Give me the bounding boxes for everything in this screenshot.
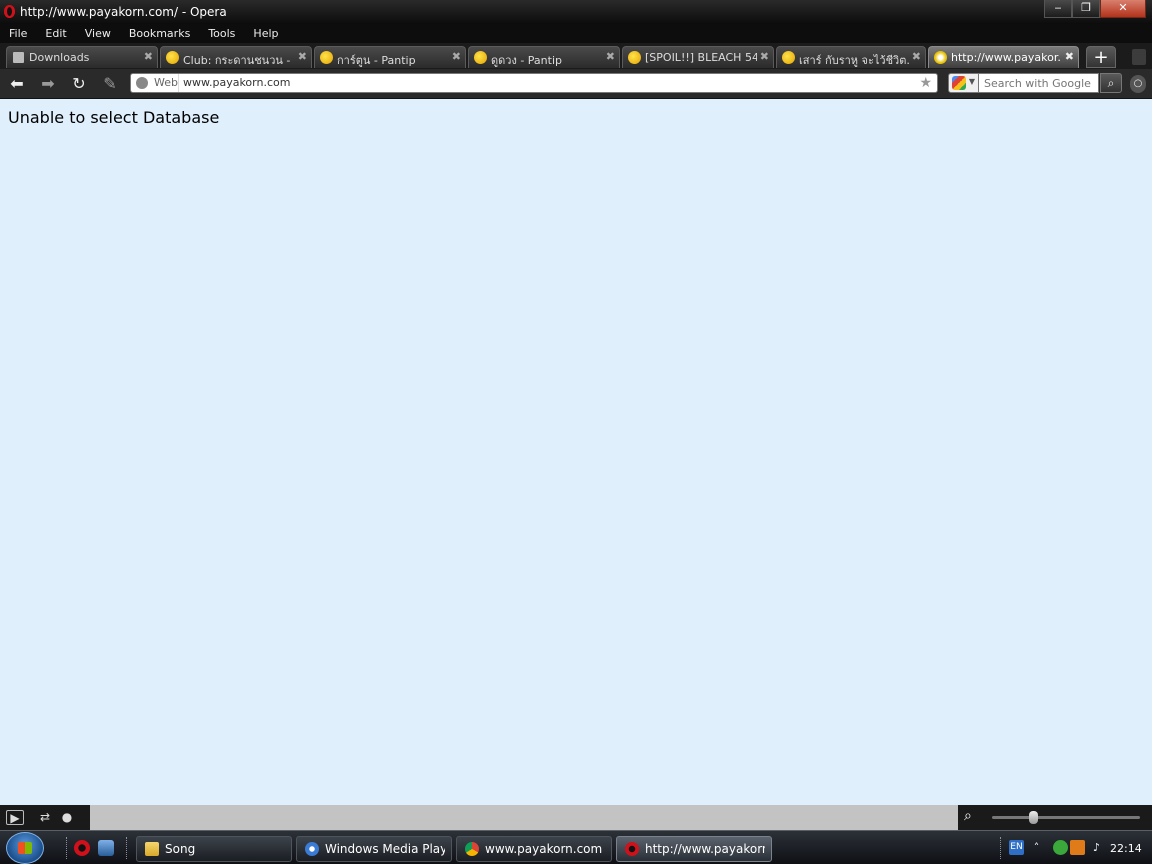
taskbar-grip bbox=[1000, 837, 1003, 859]
page-content: Unable to select Database bbox=[0, 99, 1152, 805]
start-button[interactable] bbox=[6, 832, 44, 864]
tab-horoscope[interactable]: ดูดวง - Pantip ✖ bbox=[468, 46, 620, 68]
tab-label: Club: กระดานชนวน - ... bbox=[183, 54, 295, 67]
pantip-icon bbox=[628, 51, 641, 64]
google-icon bbox=[952, 76, 966, 90]
pantip-icon bbox=[320, 51, 333, 64]
tab-close-icon[interactable]: ✖ bbox=[606, 50, 615, 63]
restore-button[interactable]: ❐ bbox=[1072, 0, 1100, 18]
media-player-icon bbox=[305, 842, 319, 856]
chrome-icon bbox=[465, 842, 479, 856]
tab-bar: Downloads ✖ Club: กระดานชนวน - ... ✖ การ… bbox=[0, 43, 1152, 69]
search-engine-selector[interactable]: ▼ bbox=[948, 73, 979, 93]
trash-icon[interactable] bbox=[1132, 49, 1146, 65]
tab-close-icon[interactable]: ✖ bbox=[298, 50, 307, 63]
tab-close-icon[interactable]: ✖ bbox=[452, 50, 461, 63]
speed-dial-icon[interactable]: ● bbox=[58, 810, 76, 825]
tab-close-icon[interactable]: ✖ bbox=[760, 50, 769, 63]
tab-saturn[interactable]: เสาร์ กับราหู จะไว้ชีวิต... ✖ bbox=[776, 46, 926, 68]
back-icon[interactable]: ⬅ bbox=[7, 74, 27, 94]
new-tab-button[interactable]: + bbox=[1086, 46, 1116, 68]
opera-quicklaunch-icon[interactable] bbox=[74, 840, 90, 856]
tab-close-icon[interactable]: ✖ bbox=[144, 50, 153, 63]
address-separator bbox=[178, 74, 179, 92]
zoom-slider[interactable] bbox=[992, 816, 1140, 819]
folder-icon bbox=[145, 842, 159, 856]
pantip-icon bbox=[166, 51, 179, 64]
forward-icon[interactable]: ➡ bbox=[38, 74, 58, 94]
edit-pencil-icon[interactable]: ✎ bbox=[100, 74, 120, 94]
opera-menu-icon[interactable]: ○ bbox=[1130, 75, 1146, 93]
loading-icon bbox=[934, 51, 947, 64]
taskbar-grip bbox=[126, 837, 129, 859]
minimize-button[interactable]: ‒ bbox=[1044, 0, 1072, 18]
show-desktop-icon[interactable] bbox=[98, 840, 114, 856]
transfers-icon[interactable]: ⇄ bbox=[36, 810, 54, 825]
task-opera[interactable]: http://www.payakorn... bbox=[616, 836, 772, 862]
tab-label: ดูดวง - Pantip bbox=[491, 54, 563, 67]
chevron-down-icon: ▼ bbox=[968, 77, 975, 86]
address-bar[interactable]: Web www.payakorn.com ★ bbox=[130, 73, 938, 93]
window-controls: ‒ ❐ ✕ bbox=[1044, 0, 1146, 18]
taskbar-grip bbox=[66, 837, 69, 859]
tab-label: Downloads bbox=[29, 51, 90, 64]
tab-payakorn[interactable]: http://www.payakor... ✖ bbox=[928, 46, 1079, 68]
search-icon: ⌕ bbox=[1107, 76, 1115, 90]
tab-label: เสาร์ กับราหู จะไว้ชีวิต... bbox=[799, 54, 909, 67]
menu-bookmarks[interactable]: Bookmarks bbox=[120, 24, 199, 43]
zoom-panel: ⌕ bbox=[958, 805, 1152, 830]
tray-expand-icon[interactable]: ˄ bbox=[1029, 840, 1044, 855]
tab-downloads[interactable]: Downloads ✖ bbox=[6, 46, 158, 68]
search-input[interactable] bbox=[979, 73, 1099, 93]
opera-logo-icon bbox=[4, 5, 15, 18]
menu-file[interactable]: File bbox=[0, 24, 36, 43]
panel-toggle-icon[interactable]: ▶ bbox=[6, 810, 24, 825]
tab-club[interactable]: Club: กระดานชนวน - ... ✖ bbox=[160, 46, 312, 68]
pantip-icon bbox=[782, 51, 795, 64]
tab-label: [SPOIL!!] BLEACH 54... bbox=[645, 51, 757, 64]
task-label: Windows Media Player bbox=[325, 842, 445, 856]
clock[interactable]: 22:14 bbox=[1110, 842, 1142, 855]
opera-icon bbox=[625, 842, 639, 856]
pantip-icon bbox=[474, 51, 487, 64]
menu-view[interactable]: View bbox=[76, 24, 120, 43]
reload-icon[interactable]: ↻ bbox=[69, 74, 89, 94]
zoom-icon[interactable]: ⌕ bbox=[964, 808, 972, 824]
volume-icon[interactable]: ♪ bbox=[1089, 840, 1104, 855]
globe-icon bbox=[136, 77, 148, 89]
status-left-panel: ▶ ⇄ ● bbox=[0, 805, 90, 830]
windows-taskbar: Song Windows Media Player www.payakorn.c… bbox=[0, 830, 1152, 864]
menu-help[interactable]: Help bbox=[244, 24, 287, 43]
task-windows-media-player[interactable]: Windows Media Player bbox=[296, 836, 452, 862]
language-indicator[interactable]: EN bbox=[1009, 840, 1024, 855]
menu-bar: File Edit View Bookmarks Tools Help bbox=[0, 24, 1152, 43]
task-label: Song bbox=[165, 842, 196, 856]
tray-mail-icon[interactable] bbox=[1070, 840, 1085, 855]
task-song[interactable]: Song bbox=[136, 836, 292, 862]
task-label: www.payakorn.com - ... bbox=[485, 842, 605, 856]
title-bar: http://www.payakorn.com/ - Opera ‒ ❐ ✕ bbox=[0, 0, 1152, 24]
task-label: http://www.payakorn... bbox=[645, 842, 765, 856]
zoom-slider-handle[interactable] bbox=[1029, 811, 1038, 824]
tab-close-icon[interactable]: ✖ bbox=[912, 50, 921, 63]
tab-label: การ์ตูน - Pantip bbox=[337, 54, 416, 67]
tab-label: http://www.payakor... bbox=[951, 51, 1062, 64]
bookmark-star-icon[interactable]: ★ bbox=[919, 74, 932, 92]
error-message: Unable to select Database bbox=[8, 108, 220, 127]
address-url[interactable]: www.payakorn.com bbox=[183, 76, 290, 89]
download-icon bbox=[13, 52, 24, 63]
navigation-toolbar: ⬅ ➡ ↻ ✎ Web www.payakorn.com ★ ▼ ⌕ ○ bbox=[0, 69, 1152, 99]
status-bar: ▶ ⇄ ● ⌕ bbox=[0, 805, 1152, 830]
tab-bleach[interactable]: [SPOIL!!] BLEACH 54... ✖ bbox=[622, 46, 774, 68]
tab-cartoon[interactable]: การ์ตูน - Pantip ✖ bbox=[314, 46, 466, 68]
tab-close-icon[interactable]: ✖ bbox=[1065, 50, 1074, 63]
search-button[interactable]: ⌕ bbox=[1100, 73, 1122, 93]
address-web-label: Web bbox=[154, 76, 178, 89]
menu-edit[interactable]: Edit bbox=[36, 24, 75, 43]
window-title: http://www.payakorn.com/ - Opera bbox=[20, 5, 227, 19]
task-chrome[interactable]: www.payakorn.com - ... bbox=[456, 836, 612, 862]
menu-tools[interactable]: Tools bbox=[199, 24, 244, 43]
close-button[interactable]: ✕ bbox=[1100, 0, 1146, 18]
tray-app-icon[interactable] bbox=[1053, 840, 1068, 855]
